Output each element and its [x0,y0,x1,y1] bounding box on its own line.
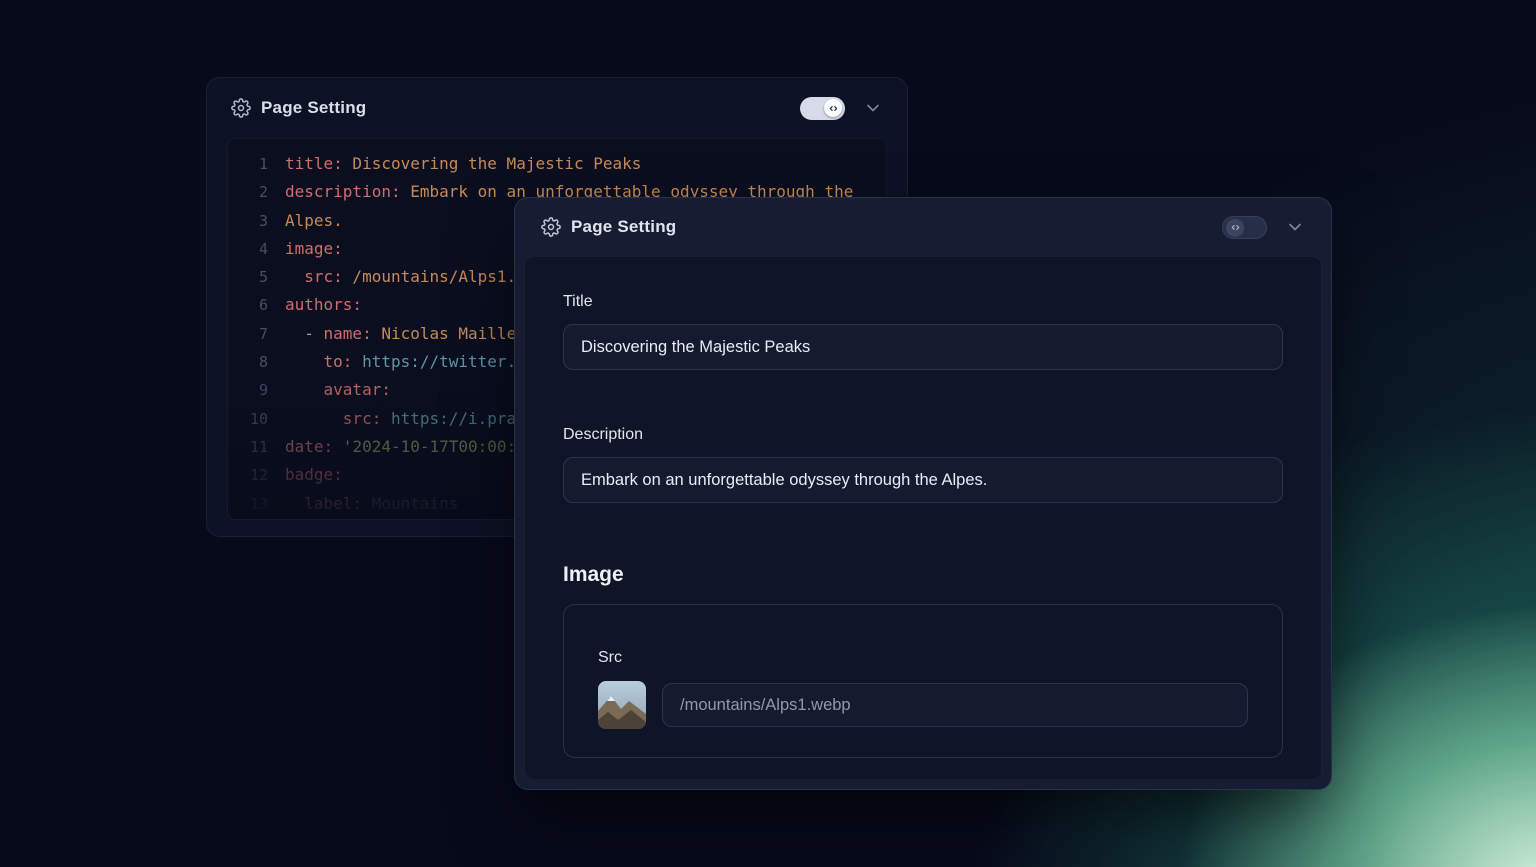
code-line-text: authors: [285,291,362,319]
code-view-toggle[interactable] [800,97,845,120]
code-line-text: Alpes. [285,207,343,235]
image-card: Src [563,604,1283,758]
description-field-group: Description [563,426,1283,503]
code-line-text: src: https://i.prav [285,405,526,433]
title-field-group: Title [563,293,1283,370]
title-input[interactable] [563,324,1283,370]
line-number: 10 [238,405,268,433]
src-input[interactable] [662,683,1248,727]
code-line-text: label: Mountains [285,490,458,518]
panel-title: Page Setting [261,98,366,118]
code-line-text: image: [285,235,343,263]
code-line-text: - name: Nicolas Maillet [285,320,526,348]
toggle-knob [824,99,842,117]
chevron-down-icon[interactable] [1285,217,1305,237]
image-thumbnail[interactable] [598,681,646,729]
image-section-heading: Image [563,563,1283,587]
code-line-text: to: https://twitter.c [285,348,526,376]
gear-icon [541,217,561,237]
line-number: 5 [238,263,268,291]
line-number: 8 [238,348,268,376]
code-line-text: title: Discovering the Majestic Peaks [285,150,641,178]
panel-title: Page Setting [571,217,676,237]
gear-icon [231,98,251,118]
line-number: 11 [238,433,268,461]
panel-header: Page Setting [207,78,907,138]
line-number: 1 [238,150,268,178]
src-row [598,681,1248,729]
code-line-text: date: '2024-10-17T00:00:00 [285,433,535,461]
line-number: 2 [238,178,268,206]
code-icon [1230,222,1241,233]
mountain-thumbnail-graphic [598,681,646,729]
page-setting-form: Title Description Image Src [524,256,1322,780]
code-line-text: badge: [285,461,343,489]
line-number: 7 [238,320,268,348]
line-number: 9 [238,376,268,404]
code-line: 1 title: Discovering the Majestic Peaks [238,150,886,178]
line-number: 3 [238,207,268,235]
toggle-knob [1226,219,1244,237]
line-number: 13 [238,490,268,518]
code-icon [828,103,839,114]
line-number: 4 [238,235,268,263]
description-label: Description [563,426,1283,444]
line-number: 12 [238,461,268,489]
code-line-text: avatar: [285,376,391,404]
panel-header: Page Setting [515,198,1331,256]
chevron-down-icon[interactable] [863,98,883,118]
code-view-toggle[interactable] [1222,216,1267,239]
page-setting-form-panel: Page Setting Title Description Image Src [514,197,1332,790]
title-label: Title [563,293,1283,311]
src-label: Src [598,649,1248,667]
line-number: 6 [238,291,268,319]
description-input[interactable] [563,457,1283,503]
